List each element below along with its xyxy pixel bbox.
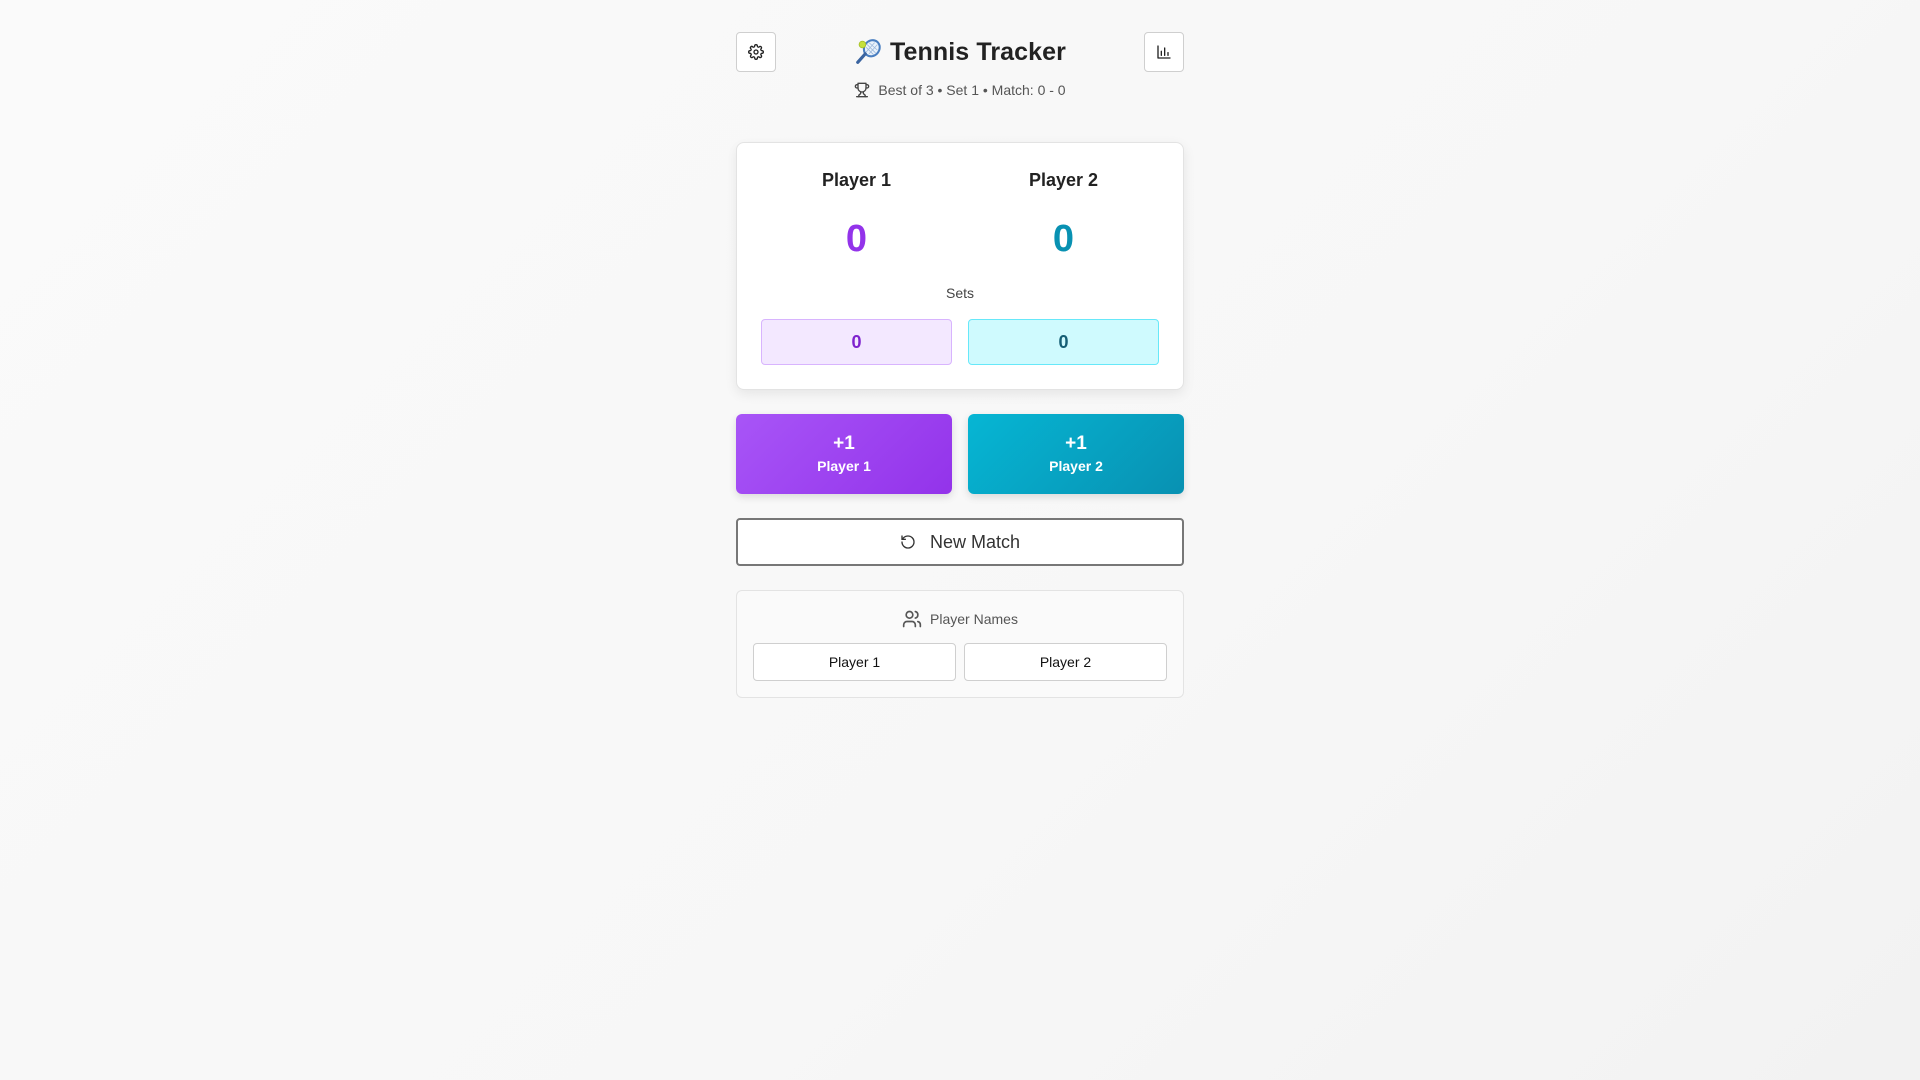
player2-column: Player 2 0 [968, 167, 1159, 259]
player1-name-input[interactable] [753, 643, 956, 681]
players-row: Player 1 0 Player 2 0 [761, 167, 1159, 259]
tennis-tracker-app: Tennis Tracker Best of 3 • Set 1 • Match… [736, 32, 1184, 698]
users-icon [902, 609, 922, 629]
player1-game-score: 0 [845, 218, 868, 260]
title-group: Tennis Tracker [784, 32, 1136, 72]
trophy-icon [854, 82, 870, 98]
player-names-label: Player Names [930, 611, 1018, 627]
player-names-inputs [753, 643, 1167, 681]
point-buttons: +1 Player 1 +1 Player 2 [736, 414, 1184, 494]
add-point-player1-button[interactable]: +1 Player 1 [736, 414, 952, 494]
player2-sets: 0 [968, 319, 1159, 365]
page-title: Tennis Tracker [889, 37, 1067, 66]
gear-icon [748, 44, 764, 60]
add-point-player2-button[interactable]: +1 Player 2 [968, 414, 1184, 494]
sets-row: 0 0 [761, 319, 1159, 365]
player1-name: Player 1 [821, 170, 892, 190]
match-status: Best of 3 • Set 1 • Match: 0 - 0 [736, 80, 1184, 100]
scoreboard: Player 1 0 Player 2 0 Sets 0 0 [736, 142, 1184, 390]
player1-sets: 0 [761, 319, 952, 365]
sets-label: Sets [945, 285, 974, 301]
add-point-player2-label: Player 2 [1049, 458, 1103, 474]
player1-column: Player 1 0 [761, 167, 952, 259]
settings-button[interactable] [736, 32, 776, 72]
player-names-panel: Player Names [736, 590, 1184, 698]
add-point-player2-plus: +1 [1065, 433, 1087, 454]
player-names-heading: Player Names [737, 609, 1183, 629]
rotate-ccw-icon [900, 534, 916, 550]
new-match-label: New Match [929, 531, 1021, 552]
bar-chart-icon [1156, 44, 1172, 60]
player2-name-input[interactable] [964, 643, 1167, 681]
add-point-player1-plus: +1 [833, 433, 855, 454]
player2-game-score: 0 [1052, 218, 1075, 260]
add-point-player1-label: Player 1 [817, 458, 871, 474]
header: Tennis Tracker [736, 32, 1184, 72]
player2-name: Player 2 [1028, 170, 1099, 190]
tennis-racket-icon [854, 37, 884, 67]
new-match-button[interactable]: New Match [736, 518, 1184, 566]
statistics-button[interactable] [1144, 32, 1184, 72]
match-status-text: Best of 3 • Set 1 • Match: 0 - 0 [878, 82, 1066, 98]
